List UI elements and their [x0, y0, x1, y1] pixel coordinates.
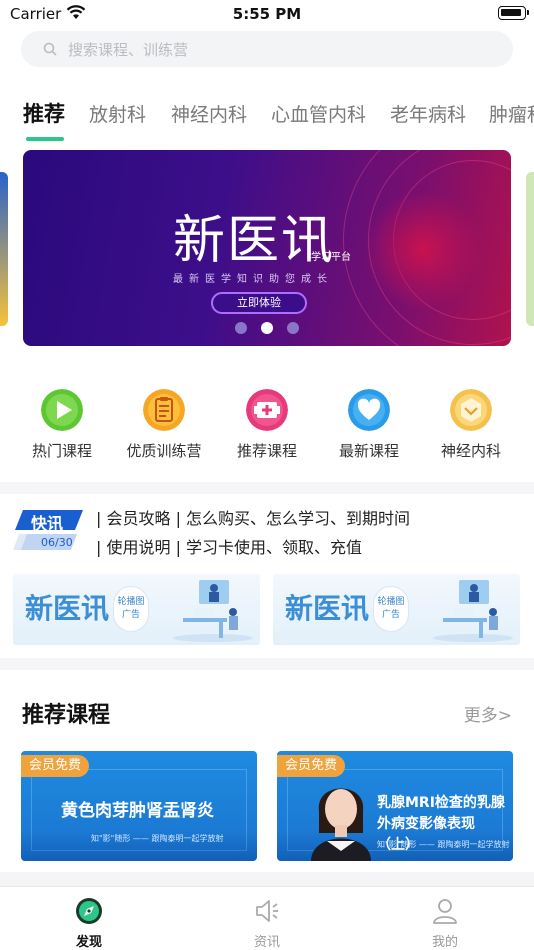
quick-entry-label: 神经内科 [440, 442, 501, 460]
doctor-illustration-icon [433, 580, 513, 642]
battery-icon [498, 6, 529, 20]
tab-geriatrics[interactable]: 老年病科 [390, 100, 466, 127]
tabbar-label: 发现 [75, 935, 102, 950]
heart-icon [348, 389, 390, 431]
quick-entry-label: 推荐课程 [236, 442, 297, 460]
course-title: 黄色肉芽肿肾盂肾炎 [61, 801, 214, 821]
banner-prev-peek[interactable] [0, 172, 8, 326]
quick-entry-label: 优质训练营 [126, 442, 202, 460]
user-icon [433, 899, 457, 924]
tab-oncology[interactable]: 肿瘤科 [489, 100, 534, 127]
quick-entry-latest[interactable]: 最新课程 [319, 389, 419, 469]
tab-recommend[interactable]: 推荐 [23, 98, 65, 128]
course-card[interactable]: 会员免费 黄色肉芽肿肾盂肾炎 知"影"随形 —— 跟陶泰明一起学放射 [21, 751, 257, 861]
doctor-illustration-icon [173, 580, 253, 642]
ad-bubble: 轮播图 广告 [373, 586, 409, 632]
banner-cta-button[interactable]: 立即体验 [211, 292, 307, 314]
banner-subtitle: 最新医学知识助您成长 [173, 274, 333, 285]
lecturer-avatar-icon [311, 788, 371, 861]
tab-indicator [26, 137, 64, 141]
carousel-dot[interactable] [235, 322, 247, 334]
section-divider [0, 658, 534, 670]
section-title: 推荐课程 [22, 703, 111, 728]
clipboard-icon [143, 389, 185, 431]
member-free-badge: 会员免费 [277, 755, 346, 777]
banner-next-peek[interactable] [526, 172, 534, 326]
quick-entry-neurology[interactable]: 神经内科 [421, 389, 521, 469]
ad-banner[interactable]: 新医讯 轮播图 广告 [13, 574, 260, 645]
video-plus-icon [246, 389, 288, 431]
clock: 5:55 PM [232, 5, 302, 23]
play-icon [41, 389, 83, 431]
tabbar-label: 资讯 [253, 935, 280, 950]
speaker-icon [256, 900, 278, 922]
ad-banner[interactable]: 新医讯 轮播图 广告 [273, 574, 520, 645]
course-footer: 知"影"随形 —— 跟陶泰明一起学放射 [377, 840, 510, 849]
news-item[interactable]: | 会员攻略 | 怎么购买、怎么学习、到期时间 [96, 505, 410, 529]
banner-carousel[interactable]: 新医讯 学习平台 最新医学知识助您成长 立即体验 [0, 150, 534, 346]
banner-badge: 学习平台 [311, 252, 351, 263]
news-logo-text: 快讯 [31, 514, 64, 533]
carousel-dot[interactable] [287, 322, 299, 334]
member-free-badge: 会员免费 [21, 755, 90, 777]
tab-radiology[interactable]: 放射科 [89, 100, 146, 127]
ad-title: 新医讯 [285, 592, 370, 625]
badge-icon [450, 389, 492, 431]
bottom-tab-bar: 发现 资讯 我的 [0, 886, 534, 950]
news-item[interactable]: | 使用说明 | 学习卡使用、领取、充值 [96, 534, 362, 558]
tabbar-label: 我的 [431, 935, 458, 950]
compass-icon [76, 898, 102, 924]
section-divider [0, 872, 534, 886]
tabbar-news[interactable]: 资讯 [178, 887, 356, 950]
news-flash-logo: 快讯 06/30 [13, 508, 85, 552]
tabbar-mine[interactable]: 我的 [356, 887, 534, 950]
tab-cardiology[interactable]: 心血管内科 [271, 100, 366, 127]
course-footer: 知"影"随形 —— 跟陶泰明一起学放射 [91, 834, 224, 843]
category-tabs: 推荐 放射科 神经内科 心血管内科 老年病科 肿瘤科 [0, 94, 534, 146]
search-input[interactable]: 搜索课程、训练营 [21, 31, 513, 67]
search-placeholder: 搜索课程、训练营 [68, 41, 189, 59]
carousel-dot-active[interactable] [261, 322, 273, 334]
tab-neurology[interactable]: 神经内科 [171, 100, 247, 127]
section-divider [0, 482, 534, 494]
more-link[interactable]: 更多> [464, 701, 512, 726]
ad-title: 新医讯 [25, 592, 110, 625]
quick-entry-label: 最新课程 [338, 442, 399, 460]
status-bar: Carrier 5:55 PM [0, 0, 534, 28]
quick-entry-training-camp[interactable]: 优质训练营 [114, 389, 214, 469]
banner-slide[interactable]: 新医讯 学习平台 最新医学知识助您成长 立即体验 [23, 150, 511, 346]
quick-entry-recommended[interactable]: 推荐课程 [217, 389, 317, 469]
quick-entry-label: 热门课程 [31, 442, 92, 460]
ad-bubble: 轮播图 广告 [113, 586, 149, 632]
course-card[interactable]: 会员免费 乳腺MRI检查的乳腺外病变影像表现（上） 知"影"随形 —— 跟陶泰明… [277, 751, 513, 861]
tabbar-discover[interactable]: 发现 [0, 887, 178, 950]
quick-entry-hot-courses[interactable]: 热门课程 [12, 389, 112, 469]
search-icon [43, 42, 57, 56]
news-logo-date: 06/30 [41, 536, 73, 549]
